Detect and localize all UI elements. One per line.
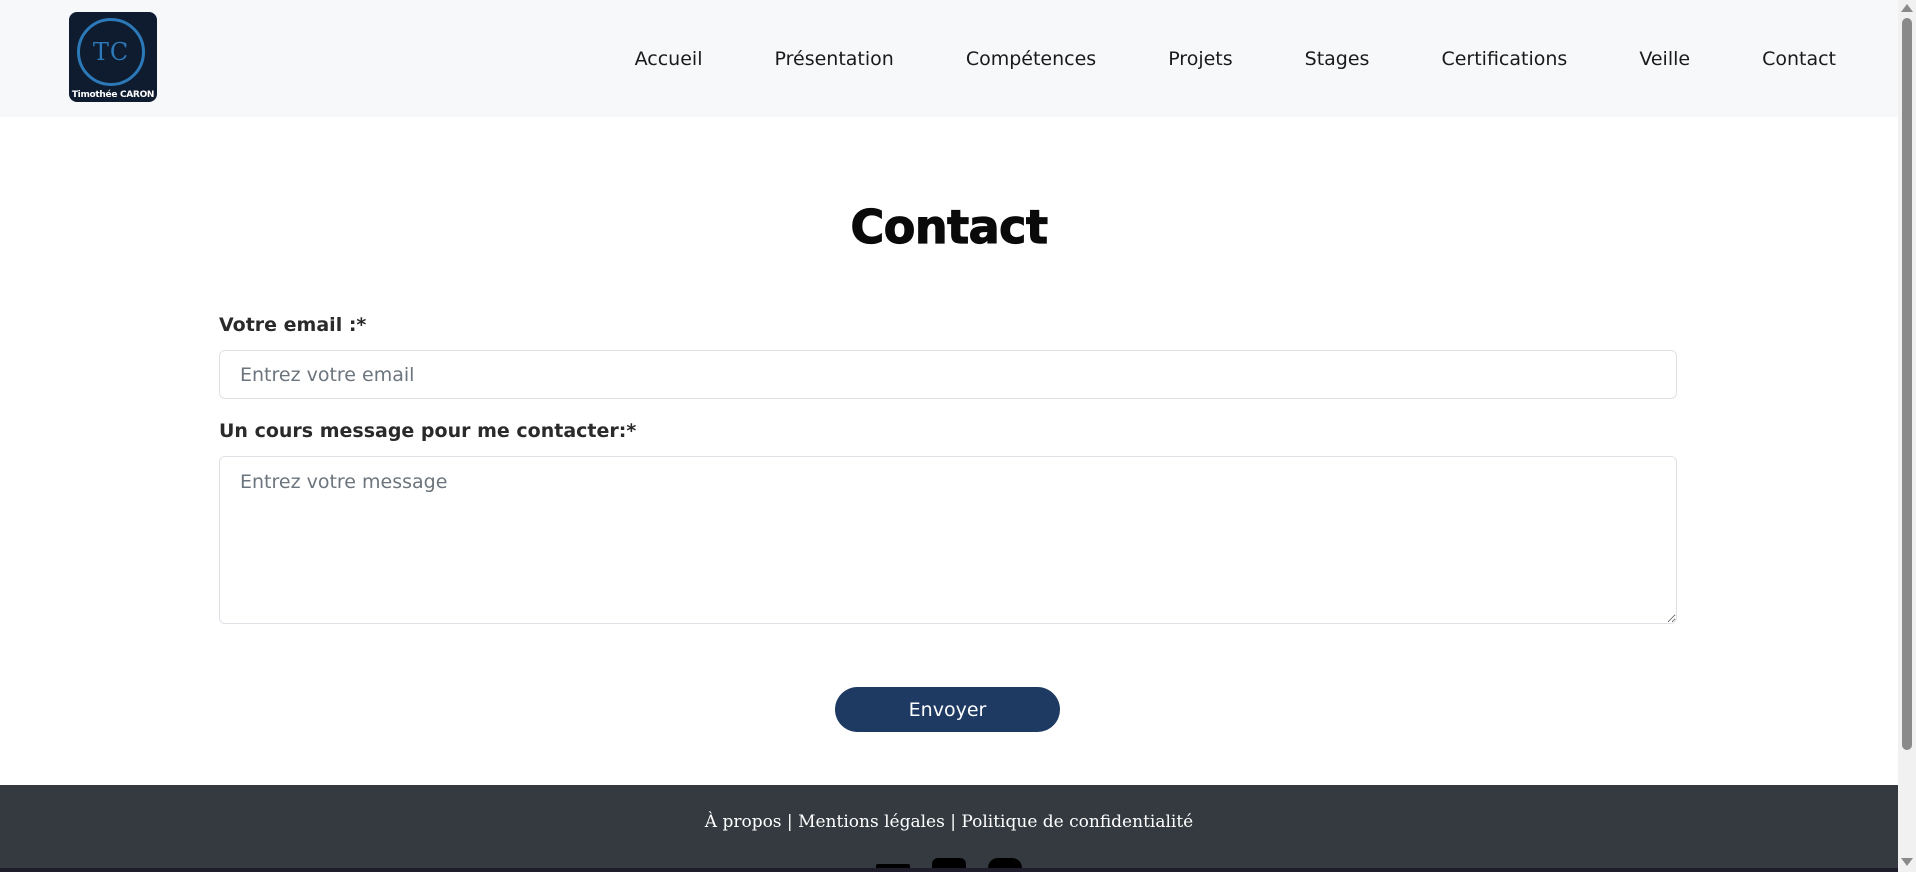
footer-link-legal[interactable]: Mentions légales [798,812,945,832]
scrollbar-thumb[interactable] [1902,18,1912,750]
nav-item-projets[interactable]: Projets [1168,48,1232,70]
footer-link-about[interactable]: À propos [705,812,782,832]
linkedin-icon[interactable] [932,858,966,868]
footer-link-privacy[interactable]: Politique de confidentialité [961,812,1193,832]
nav-item-certifications[interactable]: Certifications [1441,48,1567,70]
nav-item-veille[interactable]: Veille [1639,48,1690,70]
send-button[interactable]: Envoyer [835,687,1060,732]
site-logo[interactable]: TC Timothée CARON [69,12,157,102]
main-nav: Accueil Présentation Compétences Projets… [563,0,1898,117]
email-field[interactable] [219,350,1677,399]
site-footer: À propos | Mentions légales | Politique … [0,785,1898,868]
window-bottom-edge [0,868,1898,872]
logo-initials: TC [92,38,130,66]
message-field[interactable] [219,456,1677,624]
social-links [0,858,1898,868]
logo-ring: TC [77,18,145,86]
footer-separator: | [781,812,799,832]
vertical-scrollbar[interactable] [1898,0,1916,872]
nav-item-contact[interactable]: Contact [1762,48,1836,70]
nav-item-presentation[interactable]: Présentation [774,48,893,70]
scroll-up-icon[interactable] [1901,4,1913,12]
github-icon[interactable] [988,858,1022,868]
message-label: Un cours message pour me contacter:* [219,420,637,442]
page: TC Timothée CARON Accueil Présentation C… [0,0,1898,868]
nav-item-accueil[interactable]: Accueil [635,48,703,70]
logo-name: Timothée CARON [71,90,155,100]
footer-separator: | [944,812,962,832]
site-header: TC Timothée CARON Accueil Présentation C… [0,0,1898,117]
nav-item-competences[interactable]: Compétences [966,48,1096,70]
nav-item-stages[interactable]: Stages [1305,48,1370,70]
email-label: Votre email :* [219,314,367,336]
page-title: Contact [850,199,1049,254]
footer-links: À propos | Mentions légales | Politique … [0,812,1898,832]
scroll-down-icon[interactable] [1901,858,1913,866]
